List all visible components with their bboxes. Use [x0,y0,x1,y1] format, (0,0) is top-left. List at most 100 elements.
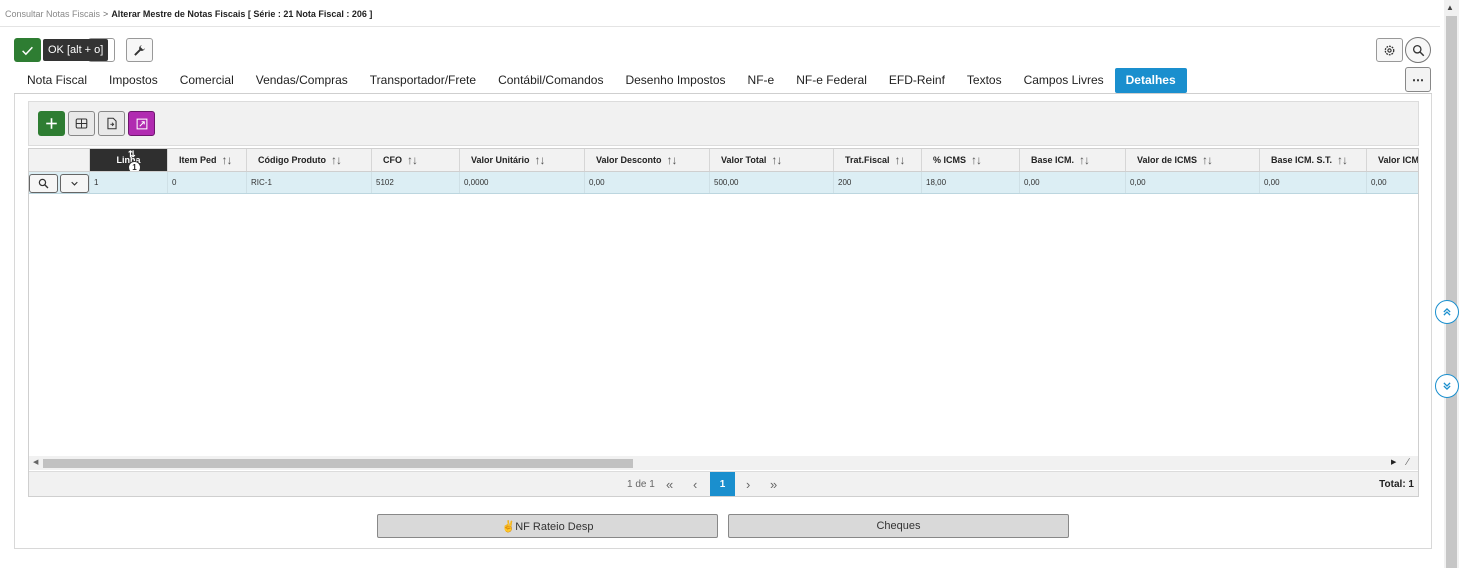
pagination: 1 de 1 « ‹ 1 › » Total: 1 [29,471,1418,496]
ok-button[interactable] [14,38,41,62]
breadcrumb-parent-link[interactable]: Consultar Notas Fiscais [5,9,100,19]
header-linha[interactable]: Linha ⇅ 1 [90,149,168,171]
tools-button[interactable] [126,38,153,62]
header-label: Trat.Fiscal [845,155,890,165]
cell-base-icm-st[interactable]: 0,00 [1260,172,1367,193]
tab-nfe[interactable]: NF-e [737,68,786,93]
sort-icon: ↑↓ [534,153,546,167]
scroll-top-button[interactable] [1435,300,1459,324]
scroll-bottom-button[interactable] [1435,374,1459,398]
header-label: Valor Total [721,155,767,165]
tab-impostos[interactable]: Impostos [98,68,169,93]
sort-order-badge: 1 [128,161,141,171]
header-valor-icms[interactable]: Valor ICMS [1367,149,1419,171]
tab-nota-fiscal[interactable]: Nota Fiscal [16,68,98,93]
header-base-icm[interactable]: Base ICM. ↑↓ [1020,149,1126,171]
sort-asc-icon: ⇅ [128,149,136,159]
header-codigo-produto[interactable]: Código Produto ↑↓ [247,149,372,171]
tab-efd-reinf[interactable]: EFD-Reinf [878,68,956,93]
expand-icon [136,118,147,129]
gear-icon [1384,45,1395,55]
next-page-button[interactable]: › [746,472,750,496]
cell-codigo-produto[interactable]: RIC-1 [247,172,372,193]
horizontal-scroll-thumb[interactable] [43,459,633,468]
grid-layout-button[interactable] [68,111,95,136]
header-label: Código Produto [258,155,326,165]
tab-transportador-frete[interactable]: Transportador/Frete [359,68,487,93]
more-icon: ⋯ [1412,72,1424,87]
add-row-button[interactable] [38,111,65,136]
table-row[interactable]: 1 0 RIC-1 5102 0,0000 0,00 500,00 200 18… [29,172,1418,194]
header-label: Valor Desconto [596,155,662,165]
header-base-icm-st[interactable]: Base ICM. S.T. ↑↓ [1260,149,1367,171]
cell-cfo[interactable]: 5102 [372,172,460,193]
header-valor-total[interactable]: Valor Total ↑↓ [710,149,834,171]
vertical-scroll-thumb[interactable] [1446,16,1457,568]
search-button[interactable] [1405,37,1431,63]
cell-valor-unitario[interactable]: 0,0000 [460,172,585,193]
cell-valor-desconto[interactable]: 0,00 [585,172,710,193]
last-page-button[interactable]: » [770,472,777,496]
breadcrumb-separator: > [103,9,109,19]
scroll-right-arrow[interactable]: ▶ [1391,458,1396,466]
tab-desenho-impostos[interactable]: Desenho Impostos [614,68,736,93]
row-expand-button[interactable] [60,174,89,193]
sort-icon: ↑↓ [221,153,233,167]
header-trat-fiscal[interactable]: Trat.Fiscal ↑↓ [834,149,922,171]
expand-grid-button[interactable] [128,111,155,136]
nf-rateio-desp-button[interactable]: ✌NF Rateio Desp [377,514,718,538]
tab-textos[interactable]: Textos [956,68,1013,93]
breadcrumb: Consultar Notas Fiscais > Alterar Mestre d… [5,9,372,19]
scroll-left-arrow[interactable]: ◀ [33,458,38,466]
cell-trat-fiscal[interactable]: 200 [834,172,922,193]
sort-icon: ↑↓ [771,153,782,167]
row-actions [29,172,90,193]
scroll-up-icon [1443,307,1451,316]
header-percent-icms[interactable]: % ICMS ↑↓ [922,149,1020,171]
header-valor-de-icms[interactable]: Valor de ICMS ↑↓ [1126,149,1260,171]
more-tabs-button[interactable]: ⋯ [1405,67,1431,92]
export-icon [106,117,117,130]
cell-base-icm[interactable]: 0,00 [1020,172,1126,193]
cell-percent-icms[interactable]: 18,00 [922,172,1020,193]
cheques-button[interactable]: Cheques [728,514,1069,538]
prev-page-button[interactable]: ‹ [693,472,697,496]
header-cfo[interactable]: CFO ↑↓ [372,149,460,171]
tab-comercial[interactable]: Comercial [169,68,245,93]
settings-button[interactable] [1376,38,1403,62]
header-item-ped[interactable]: Item Ped ↑↓ [168,149,247,171]
search-icon [38,178,49,189]
export-button[interactable] [98,111,125,136]
header-actions [29,149,90,171]
cell-valor-total[interactable]: 500,00 [710,172,834,193]
cell-linha[interactable]: 1 [90,172,168,193]
row-view-button[interactable] [29,174,58,193]
sort-icon: ↑↓ [1202,153,1213,167]
header-label: Base ICM. S.T. [1271,155,1333,165]
tab-vendas-compras[interactable]: Vendas/Compras [245,68,359,93]
tab-contabil-comandos[interactable]: Contábil/Comandos [487,68,614,93]
header-valor-unitario[interactable]: Valor Unitário ↑↓ [460,149,585,171]
header-label: Base ICM. [1031,155,1075,165]
sort-icon: ↑↓ [1337,153,1348,167]
tab-nfe-federal[interactable]: NF-e Federal [785,68,878,93]
current-page[interactable]: 1 [710,472,735,496]
scroll-down-icon [1443,382,1451,391]
first-page-button[interactable]: « [666,472,673,496]
tab-detalhes[interactable]: Detalhes [1114,68,1187,93]
check-icon [22,46,33,55]
resize-handle[interactable]: ∕ [1407,457,1409,468]
cell-item-ped[interactable]: 0 [168,172,247,193]
grid-icon [75,118,88,129]
scroll-up-arrow[interactable]: ▲ [1446,3,1454,12]
cell-valor-icms[interactable]: 0,00 [1367,172,1418,193]
sort-icon: ↑↓ [1079,153,1090,167]
data-grid: Linha ⇅ 1 Item Ped ↑↓ Código Produto ↑↓ CF… [28,148,1419,497]
header-label: Valor ICMS [1378,155,1419,165]
plus-icon [46,118,57,129]
header-valor-desconto[interactable]: Valor Desconto ↑↓ [585,149,710,171]
horizontal-scrollbar[interactable]: ◀ ▶ ∕ [29,456,1418,470]
tab-campos-livres[interactable]: Campos Livres [1013,68,1115,93]
wrench-icon [134,44,145,56]
cell-valor-de-icms[interactable]: 0,00 [1126,172,1260,193]
